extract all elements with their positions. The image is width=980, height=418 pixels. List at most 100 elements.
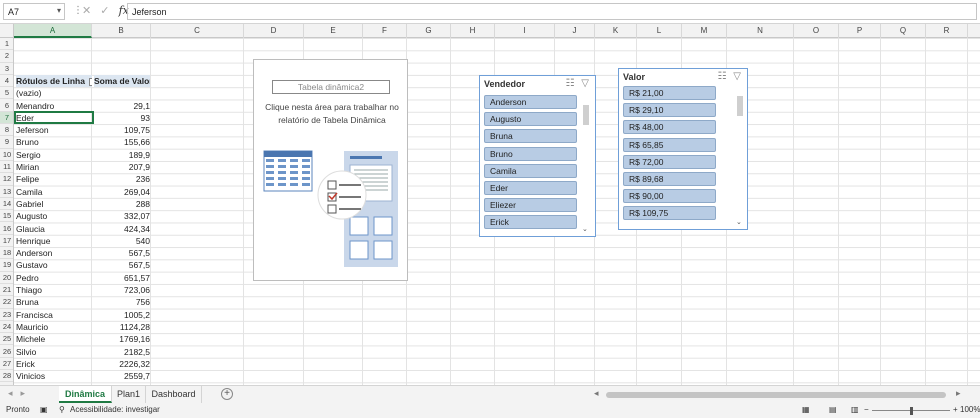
sum-value-cell[interactable]: 189,9: [94, 149, 150, 161]
tab-dashboard[interactable]: Dashboard: [146, 386, 202, 403]
page-break-icon[interactable]: ▥: [851, 405, 859, 414]
clear-filter-icon[interactable]: ▽: [581, 78, 589, 89]
row-header[interactable]: 5: [0, 87, 13, 100]
slicer-item[interactable]: R$ 48,00: [623, 120, 716, 135]
accessibility-status[interactable]: Acessibilidade: investigar: [70, 405, 160, 414]
scroll-down-icon[interactable]: ⌄: [582, 225, 588, 233]
slicer-item[interactable]: Eliezer: [484, 198, 577, 213]
row-header[interactable]: 10: [0, 149, 13, 161]
slicer-item[interactable]: Eder: [484, 181, 577, 195]
row-header[interactable]: 28: [0, 370, 13, 383]
slicer-item[interactable]: R$ 90,00: [623, 189, 716, 204]
sum-value-cell[interactable]: 567,5: [94, 259, 150, 271]
row-label-cell[interactable]: Bruno: [16, 136, 92, 148]
row-header[interactable]: 23: [0, 309, 13, 321]
formula-input[interactable]: Jeferson: [127, 3, 977, 20]
row-header[interactable]: 15: [0, 210, 13, 223]
row-header[interactable]: 18: [0, 247, 13, 260]
row-label-cell[interactable]: Anderson: [16, 247, 92, 259]
filter-dropdown-icon[interactable]: ▾: [89, 77, 92, 86]
slicer-item[interactable]: R$ 29,10: [623, 103, 716, 118]
close-icon[interactable]: ✕: [82, 5, 91, 17]
clear-filter-icon[interactable]: ▽: [733, 71, 741, 82]
sum-value-cell[interactable]: 2559,7: [94, 370, 150, 382]
sum-value-cell[interactable]: 756: [94, 296, 150, 308]
row-header[interactable]: 11: [0, 161, 13, 174]
row-label-cell[interactable]: Vinicios: [16, 370, 92, 382]
zoom-slider-knob[interactable]: [910, 407, 913, 415]
slicer-item[interactable]: R$ 89,68: [623, 172, 716, 186]
sum-value-cell[interactable]: 1124,28: [94, 321, 150, 333]
slicer-valor[interactable]: Valor ☷ ▽ R$ 21,00 R$ 29,10 R$ 48,00 R$ 65,…: [618, 68, 748, 230]
zoom-in-icon[interactable]: +: [953, 405, 958, 414]
column-header-j[interactable]: J: [555, 24, 595, 38]
row-header[interactable]: 8: [0, 124, 13, 137]
column-header-k[interactable]: K: [595, 24, 637, 38]
row-label-cell[interactable]: Camila: [16, 186, 92, 198]
row-header[interactable]: 24: [0, 321, 13, 334]
column-header-e[interactable]: E: [304, 24, 363, 38]
slicer-item[interactable]: R$ 21,00: [623, 86, 716, 100]
tab-plan1[interactable]: Plan1: [112, 386, 146, 403]
slicer-vendedor[interactable]: Vendedor ☷ ▽ Anderson Augusto Bruna Bruno Ca…: [479, 75, 596, 237]
slicer-item[interactable]: Camila: [484, 163, 577, 178]
row-label-cell[interactable]: Glaucia: [16, 223, 92, 235]
pivot-row-labels-header[interactable]: Rótulos de Linha ▾: [16, 74, 92, 88]
chevron-down-icon[interactable]: ▾: [57, 6, 61, 15]
multi-select-icon[interactable]: ☷: [718, 71, 727, 82]
row-header[interactable]: 27: [0, 358, 13, 371]
row-label-cell[interactable]: Francisca: [16, 309, 92, 321]
slicer-item[interactable]: R$ 65,85: [623, 137, 716, 152]
row-header[interactable]: 25: [0, 333, 13, 346]
column-header-c[interactable]: C: [151, 24, 244, 38]
scroll-thumb[interactable]: [737, 96, 743, 116]
row-header[interactable]: 1: [0, 38, 13, 51]
row-header[interactable]: 4: [0, 75, 13, 88]
row-header[interactable]: 3: [0, 63, 13, 75]
row-header[interactable]: 22: [0, 296, 13, 309]
sum-value-cell[interactable]: 723,06: [94, 284, 150, 296]
sheet-nav-arrows[interactable]: ◂▸: [8, 388, 33, 399]
zoom-level[interactable]: 100%: [960, 405, 980, 414]
pivot-table-placeholder[interactable]: Tabela dinâmica2 Clique nesta área para …: [253, 59, 408, 281]
row-header[interactable]: 20: [0, 272, 13, 284]
sum-value-cell[interactable]: 236: [94, 173, 150, 185]
row-header[interactable]: 17: [0, 235, 13, 248]
pivot-values-header[interactable]: Soma de Valor: [94, 74, 150, 88]
slicer-item[interactable]: R$ 72,00: [623, 154, 716, 169]
sum-value-cell[interactable]: 1005,2: [94, 309, 150, 321]
column-header-b[interactable]: B: [92, 24, 151, 38]
sum-value-cell[interactable]: 109,75: [94, 124, 150, 136]
column-header-p[interactable]: P: [839, 24, 881, 38]
tab-dinamica[interactable]: Dinâmica: [59, 386, 112, 403]
column-header-h[interactable]: H: [451, 24, 495, 38]
sum-value-cell[interactable]: 207,9: [94, 161, 150, 173]
multi-select-icon[interactable]: ☷: [566, 78, 575, 89]
slicer-item[interactable]: Augusto: [484, 112, 577, 127]
row-label-cell[interactable]: Gabriel: [16, 198, 92, 210]
sum-value-cell[interactable]: 540: [94, 235, 150, 247]
column-header-n[interactable]: N: [727, 24, 794, 38]
sum-value-cell[interactable]: 29,1: [94, 100, 150, 112]
slicer-item[interactable]: Erick: [484, 215, 577, 230]
row-header[interactable]: 7: [0, 111, 13, 125]
slicer-vendedor-scrollbar[interactable]: ⌄: [582, 95, 590, 233]
horizontal-scrollbar[interactable]: [606, 392, 946, 398]
macro-record-icon[interactable]: ▣: [40, 405, 48, 414]
row-label-cell[interactable]: Sergio: [16, 149, 92, 161]
scroll-thumb[interactable]: [583, 105, 589, 125]
row-header[interactable]: 12: [0, 173, 13, 186]
column-header-d[interactable]: D: [244, 24, 304, 38]
row-header[interactable]: 2: [0, 50, 13, 63]
slicer-item[interactable]: Bruno: [484, 146, 577, 161]
row-label-cell[interactable]: Pedro: [16, 272, 92, 284]
page-layout-icon[interactable]: ▤: [829, 405, 837, 414]
sum-value-cell[interactable]: 2182,5: [94, 346, 150, 358]
column-header-q[interactable]: Q: [881, 24, 926, 38]
sum-value-cell[interactable]: 1769,16: [94, 333, 150, 345]
sum-value-cell[interactable]: 269,04: [94, 186, 150, 198]
column-header-g[interactable]: G: [407, 24, 451, 38]
row-label-cell[interactable]: Felipe: [16, 173, 92, 185]
row-label-cell[interactable]: Silvio: [16, 346, 92, 358]
column-header-s[interactable]: S: [968, 24, 980, 38]
